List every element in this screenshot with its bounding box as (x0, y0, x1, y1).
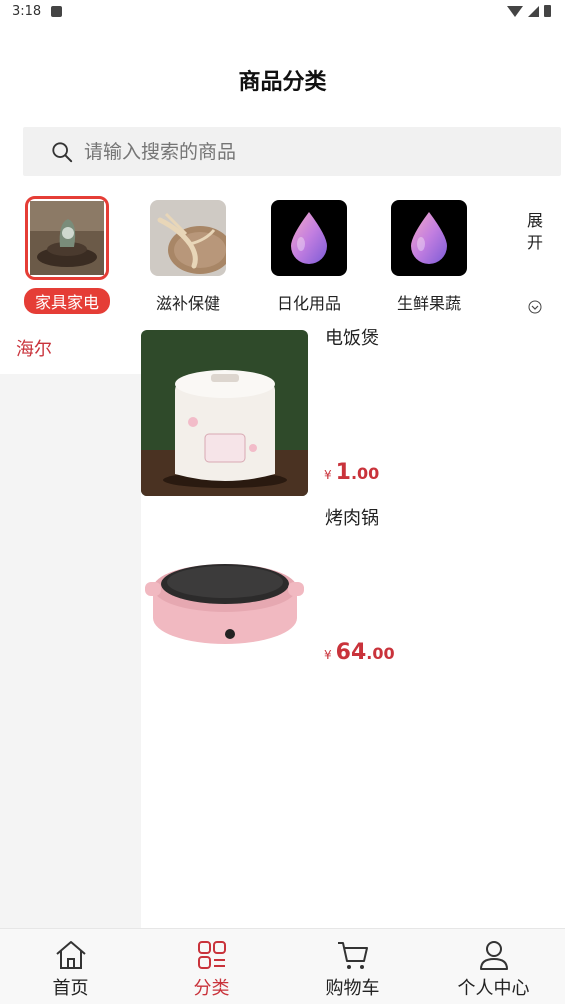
product-card[interactable]: 电饭煲 ¥1.00 (141, 322, 565, 496)
rice-cooker-photo[interactable] (141, 330, 308, 496)
user-icon (479, 941, 508, 970)
price-integer: 64 (335, 640, 367, 665)
tab-home[interactable]: 首页 (0, 929, 141, 1005)
home-icon (55, 941, 86, 969)
sidebar-item-haier[interactable]: 海尔 (0, 322, 141, 374)
search-input[interactable] (84, 140, 561, 163)
tab-label: 分类 (193, 978, 230, 999)
droplet-icon (271, 200, 347, 276)
status-icons (507, 5, 551, 17)
currency-symbol: ¥ (324, 468, 332, 482)
search-icon (52, 141, 73, 162)
wifi-icon (507, 5, 523, 17)
category-item-furniture-appliances[interactable]: 家具家电 (22, 196, 112, 314)
category-item-daily-chemicals[interactable]: 日化用品 (264, 200, 354, 314)
ginseng-photo (150, 200, 226, 276)
search-bar[interactable] (23, 127, 561, 176)
category-strip: 家具家电 滋补保健 日化用品 生鲜果蔬 (0, 192, 565, 322)
price-integer: 1 (335, 460, 351, 485)
notification-icon (51, 6, 62, 17)
tab-profile[interactable]: 个人中心 (423, 929, 564, 1005)
tab-label: 首页 (52, 978, 89, 999)
category-icon (197, 941, 226, 969)
price-decimal: .00 (366, 644, 395, 663)
category-label: 日化用品 (276, 294, 341, 313)
product-price: ¥1.00 (324, 460, 379, 485)
category-label: 滋补保健 (155, 294, 220, 313)
sidebar-item-label: 海尔 (16, 339, 52, 360)
status-time: 3:18 (12, 4, 42, 19)
header: 商品分类 (0, 26, 565, 126)
bottom-tab-bar: 首页 分类 购物车 个人中心 (0, 928, 565, 1004)
teapot-photo (25, 196, 109, 280)
brand-sidebar: 海尔 (0, 322, 141, 928)
tab-label: 购物车 (325, 978, 380, 999)
chevron-down-icon[interactable] (528, 300, 542, 314)
product-card[interactable]: 烤肉锅 ¥64.00 (141, 502, 565, 676)
category-item-health[interactable]: 滋补保健 (143, 200, 233, 314)
tab-category[interactable]: 分类 (141, 929, 282, 1005)
grill-pan-photo[interactable] (141, 510, 308, 676)
category-item-fresh-produce[interactable]: 生鲜果蔬 (384, 200, 474, 314)
category-label: 家具家电 (23, 288, 110, 314)
battery-icon (544, 5, 551, 17)
price-decimal: .00 (350, 464, 380, 483)
category-label: 生鲜果蔬 (396, 294, 461, 313)
expand-button[interactable]: 展开 (527, 210, 547, 254)
status-bar: 3:18 (0, 0, 565, 26)
signal-icon (528, 5, 539, 17)
page-title: 商品分类 (238, 70, 327, 95)
tab-cart[interactable]: 购物车 (282, 929, 423, 1005)
cart-icon (337, 942, 368, 969)
droplet-icon (391, 200, 467, 276)
product-price: ¥64.00 (324, 640, 395, 665)
currency-symbol: ¥ (324, 648, 332, 662)
product-name: 电饭煲 (325, 328, 379, 349)
tab-label: 个人中心 (457, 978, 530, 999)
product-name: 烤肉锅 (325, 508, 379, 529)
